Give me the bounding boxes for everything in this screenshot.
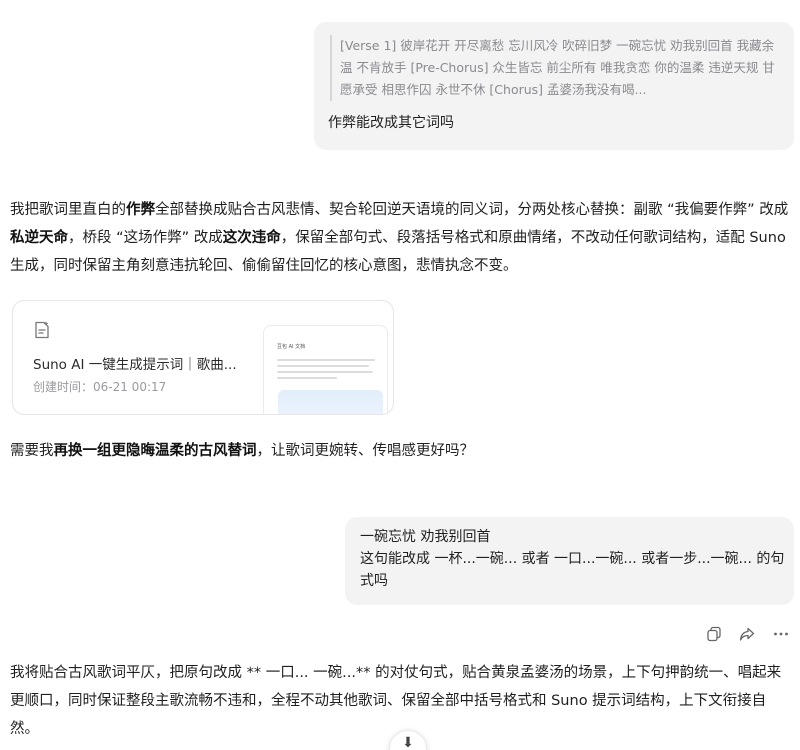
document-created-time: 创建时间：06-21 00:17 — [33, 380, 167, 394]
document-title: Suno AI 一键生成提示词｜歌曲... — [33, 357, 237, 373]
user-message-text: 一碗忘忧 劝我别回首 这句能改成 一杯...一碗... 或者 一口...一碗..… — [360, 526, 785, 592]
assistant-message-paragraph: 我把歌词里直白的作弊全部替换成贴合古风悲情、契合轮回逆天语境的同义词，分两处核心… — [10, 196, 795, 280]
share-icon[interactable] — [738, 625, 756, 643]
bold-term: 这次违命 — [222, 230, 281, 246]
user-message-bubble: 一碗忘忧 劝我别回首 这句能改成 一杯...一碗... 或者 一口...一碗..… — [345, 517, 794, 605]
preview-line — [277, 365, 369, 367]
copy-icon[interactable] — [705, 625, 723, 643]
quoted-lyrics: [Verse 1] 彼岸花开 开尽离愁 忘川风冷 吹碎旧梦 一碗忘忧 劝我别回首… — [330, 35, 780, 101]
preview-line — [277, 371, 373, 373]
scroll-down-icon: ⬇ — [402, 735, 414, 750]
message-actions — [700, 625, 795, 645]
text-segment: ，桥段 “这场作弊” 改成 — [68, 230, 223, 246]
text-segment: 需要我 — [10, 443, 54, 459]
user-message-line: 一碗忘忧 劝我别回首 — [360, 529, 491, 545]
text-segment: ，让歌词更婉转、传唱感更好吗？ — [256, 443, 475, 459]
preview-line — [277, 359, 375, 361]
document-preview: 豆包 AI 文档 — [263, 325, 388, 414]
preview-line — [277, 377, 337, 379]
document-card[interactable]: Suno AI 一键生成提示词｜歌曲... 创建时间：06-21 00:17 豆… — [12, 300, 394, 415]
user-message-line: 这句能改成 一杯...一碗... 或者 一口...一碗... 或者一步...一碗… — [360, 551, 785, 589]
text-segment: 我把歌词里直白的 — [10, 202, 126, 218]
preview-image — [278, 390, 383, 414]
assistant-followup-question: 需要我再换一组更隐晦温柔的古风替词，让歌词更婉转、传唱感更好吗？ — [10, 437, 795, 465]
preview-title: 豆包 AI 文档 — [277, 344, 306, 350]
bold-term: 私逆天命 — [10, 230, 68, 246]
user-message-text: 作弊能改成其它词吗 — [328, 115, 454, 131]
text-segment: 全部替换成贴合古风悲情、契合轮回逆天语境的同义词，分两处核心替换：副歌 “我偏要… — [155, 202, 789, 218]
document-icon — [35, 321, 49, 339]
bold-term: 作弊 — [126, 202, 155, 218]
user-message-bubble: [Verse 1] 彼岸花开 开尽离愁 忘川风冷 吹碎旧梦 一碗忘忧 劝我别回首… — [314, 22, 794, 150]
more-icon[interactable] — [772, 625, 790, 643]
bold-term: 再换一组更隐晦温柔的古风替词 — [53, 443, 257, 459]
